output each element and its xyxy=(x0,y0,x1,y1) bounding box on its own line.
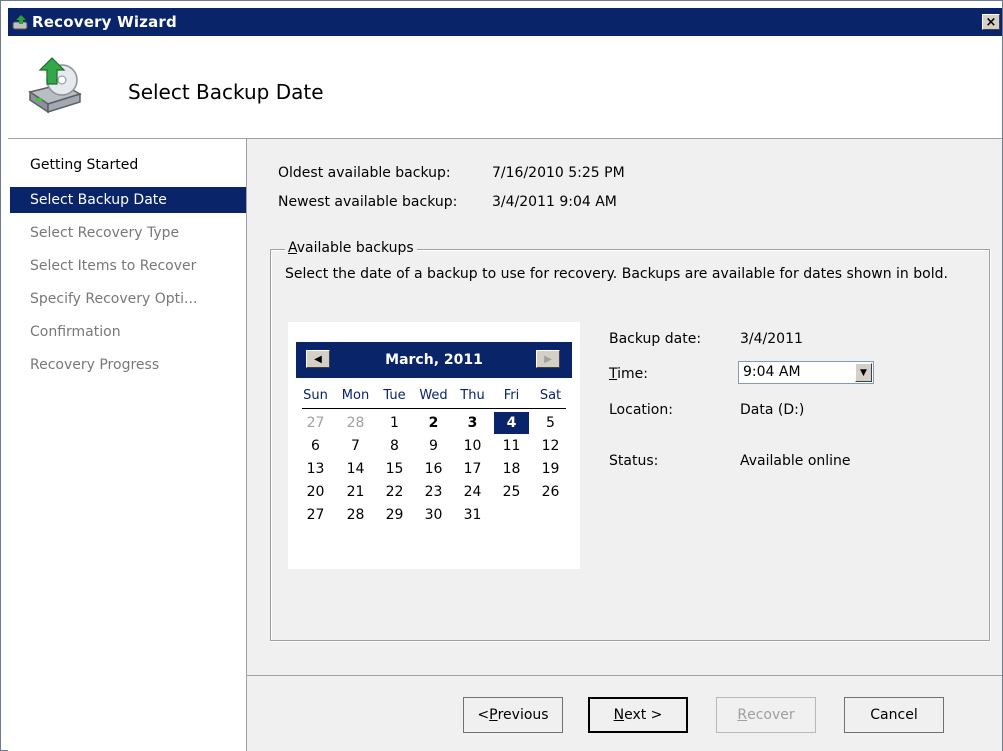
oldest-backup-value: 7/16/2010 5:25 PM xyxy=(492,165,625,181)
sidebar-item-select-items: Select Items to Recover xyxy=(30,258,197,274)
next-month-button[interactable]: ▶ xyxy=(536,350,560,368)
calendar-day[interactable]: 7 xyxy=(336,435,375,457)
calendar-day[interactable]: 8 xyxy=(375,435,414,457)
sidebar-item-recovery-options: Specify Recovery Opti... xyxy=(30,291,198,307)
backup-date-value: 3/4/2011 xyxy=(740,331,803,347)
recover-button: Recover xyxy=(716,697,816,733)
calendar-day[interactable]: 11 xyxy=(492,435,531,457)
window-title: Recovery Wizard xyxy=(32,13,177,31)
calendar-day[interactable]: 27 xyxy=(296,412,335,434)
next-button[interactable]: Next > xyxy=(588,697,688,733)
time-label: Time: xyxy=(609,366,648,382)
calendar-day[interactable]: 21 xyxy=(336,481,375,503)
calendar-day[interactable]: 12 xyxy=(531,435,570,457)
previous-button[interactable]: < Previous xyxy=(463,697,563,733)
available-backups-legend: Available backups xyxy=(285,240,417,256)
calendar-dow-sun: Sun xyxy=(303,388,328,403)
arrow-left-icon: ◀ xyxy=(314,353,322,365)
calendar-day[interactable]: 14 xyxy=(336,458,375,480)
calendar-day[interactable]: 30 xyxy=(414,504,453,526)
arrow-right-icon: ▶ xyxy=(544,353,552,365)
calendar-day[interactable]: 28 xyxy=(336,412,375,434)
calendar-dow-thu: Thu xyxy=(460,388,485,403)
wizard-app-icon xyxy=(12,15,28,30)
calendar-day[interactable]: 1 xyxy=(375,412,414,434)
calendar-dow-tue: Tue xyxy=(383,388,406,403)
calendar-day[interactable]: 24 xyxy=(453,481,492,503)
calendar-day[interactable]: 19 xyxy=(531,458,570,480)
sidebar-item-select-recovery-type: Select Recovery Type xyxy=(30,225,180,241)
newest-backup-value: 3/4/2011 9:04 AM xyxy=(492,194,617,210)
calendar-day[interactable]: 5 xyxy=(531,412,570,434)
chevron-down-icon: ▼ xyxy=(860,367,867,378)
status-label: Status: xyxy=(609,453,659,469)
calendar-day[interactable]: 23 xyxy=(414,481,453,503)
status-value: Available online xyxy=(740,453,851,469)
wizard-steps-sidebar: Getting Started Select Backup Date Selec… xyxy=(8,139,247,751)
sidebar-item-recovery-progress: Recovery Progress xyxy=(30,357,160,373)
oldest-backup-label: Oldest available backup: xyxy=(278,165,451,181)
backup-recovery-icon xyxy=(28,57,82,114)
calendar-day[interactable]: 16 xyxy=(414,458,453,480)
wizard-header: Select Backup Date xyxy=(8,36,1002,139)
calendar-dow-wed: Wed xyxy=(419,388,448,403)
calendar-day[interactable]: 9 xyxy=(414,435,453,457)
calendar-header: March, 2011 ◀ ▶ xyxy=(296,342,572,378)
newest-backup-label: Newest available backup: xyxy=(278,194,458,210)
time-select-dropdown-button[interactable]: ▼ xyxy=(855,363,872,382)
cancel-button[interactable]: Cancel xyxy=(844,697,944,733)
sidebar-item-confirmation: Confirmation xyxy=(30,324,121,340)
available-backups-description: Select the date of a backup to use for r… xyxy=(285,266,948,282)
calendar-day[interactable]: 17 xyxy=(453,458,492,480)
backup-date-label: Backup date: xyxy=(609,331,702,347)
calendar-day[interactable]: 27 xyxy=(296,504,335,526)
sidebar-item-getting-started[interactable]: Getting Started xyxy=(10,152,246,178)
calendar-dow-fri: Fri xyxy=(503,388,520,403)
calendar-day[interactable]: 31 xyxy=(453,504,492,526)
backup-calendar[interactable]: March, 2011 ◀ ▶ Sun Mon Tue Wed Thu Fri Sat 27… xyxy=(288,322,580,569)
calendar-dow-mon: Mon xyxy=(341,388,370,403)
calendar-dow-sat: Sat xyxy=(539,388,562,403)
calendar-day[interactable]: 29 xyxy=(375,504,414,526)
title-bar: Recovery Wizard × xyxy=(8,8,1002,36)
calendar-day[interactable]: 2 xyxy=(414,412,453,434)
previous-month-button[interactable]: ◀ xyxy=(306,350,330,368)
time-select-value: 9:04 AM xyxy=(743,364,801,380)
close-button[interactable]: × xyxy=(982,14,1000,30)
location-value: Data (D:) xyxy=(740,402,805,418)
page-title: Select Backup Date xyxy=(128,80,324,104)
calendar-month-title: March, 2011 xyxy=(385,352,483,368)
time-select[interactable]: 9:04 AM ▼ xyxy=(738,361,874,384)
footer-divider xyxy=(247,675,1002,676)
calendar-day[interactable]: 18 xyxy=(492,458,531,480)
calendar-day[interactable]: 22 xyxy=(375,481,414,503)
close-icon: × xyxy=(985,14,997,30)
calendar-day[interactable]: 6 xyxy=(296,435,335,457)
calendar-day[interactable]: 3 xyxy=(453,412,492,434)
calendar-day[interactable]: 15 xyxy=(375,458,414,480)
calendar-day[interactable]: 13 xyxy=(296,458,335,480)
calendar-day[interactable]: 28 xyxy=(336,504,375,526)
calendar-day[interactable]: 25 xyxy=(492,481,531,503)
calendar-day[interactable]: 20 xyxy=(296,481,335,503)
calendar-day[interactable]: 26 xyxy=(531,481,570,503)
calendar-day[interactable]: 10 xyxy=(453,435,492,457)
calendar-day[interactable]: 4 xyxy=(494,412,529,434)
sidebar-item-select-backup-date[interactable]: Select Backup Date xyxy=(10,187,246,213)
location-label: Location: xyxy=(609,402,673,418)
calendar-divider xyxy=(302,408,566,409)
